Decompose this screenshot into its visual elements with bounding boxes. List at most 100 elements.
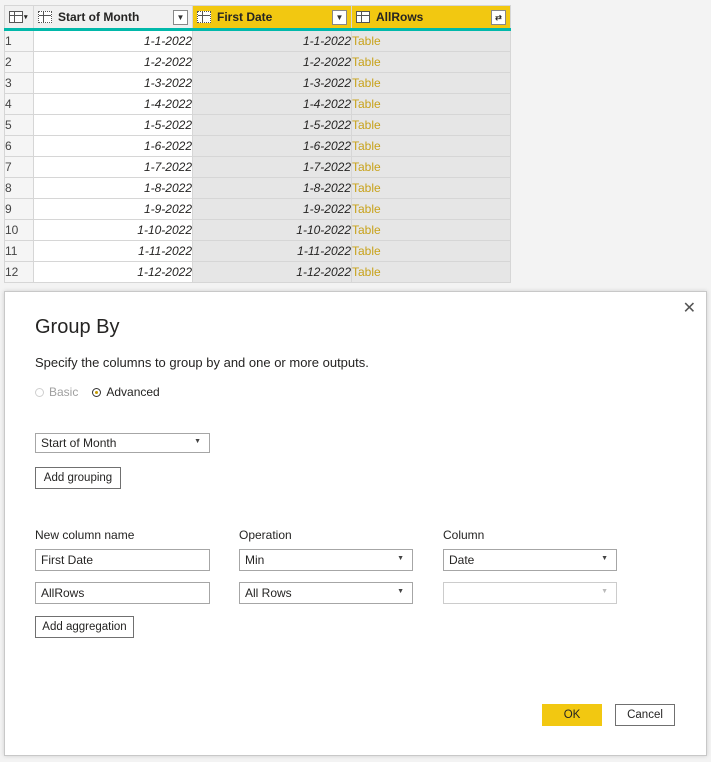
row-number: 8: [4, 177, 34, 199]
filter-dropdown-icon[interactable]: ▼: [173, 9, 188, 25]
row-number: 1: [4, 29, 34, 52]
cell-allrows-table-link[interactable]: Table: [351, 219, 511, 241]
cancel-button[interactable]: Cancel: [615, 704, 675, 726]
radio-basic-label: Basic: [49, 385, 79, 399]
chevron-down-icon: ▼: [601, 555, 608, 562]
new-column-name-input-1[interactable]: First Date: [35, 549, 210, 571]
filter-dropdown-icon[interactable]: ▼: [332, 9, 347, 25]
row-number: 4: [4, 93, 34, 115]
table-row[interactable]: 5 1-5-2022 1-5-2022 Table: [4, 114, 511, 136]
column-header-label: AllRows: [376, 10, 424, 24]
table-icon: [356, 11, 370, 23]
column-header-first-date[interactable]: First Date ▼: [192, 5, 352, 31]
cell-first-date: 1-9-2022: [192, 198, 352, 220]
cell-first-date: 1-11-2022: [192, 240, 352, 262]
radio-advanced-circle[interactable]: [92, 387, 102, 397]
row-number: 3: [4, 72, 34, 94]
column-select-2[interactable]: ▼: [443, 582, 617, 604]
cell-allrows-table-link[interactable]: Table: [351, 72, 511, 94]
ok-button[interactable]: OK: [542, 704, 602, 726]
cell-start-of-month: 1-8-2022: [33, 177, 193, 199]
table-row[interactable]: 2 1-2-2022 1-2-2022 Table: [4, 51, 511, 73]
row-number: 5: [4, 114, 34, 136]
calendar-grid-icon: [197, 11, 211, 23]
cell-start-of-month: 1-3-2022: [33, 72, 193, 94]
chevron-down-icon: ▼: [194, 438, 201, 445]
grouping-column-value: Start of Month: [41, 436, 117, 450]
table-row[interactable]: 7 1-7-2022 1-7-2022 Table: [4, 156, 511, 178]
column-value-1: Date: [449, 553, 475, 567]
row-number: 7: [4, 156, 34, 178]
cell-start-of-month: 1-7-2022: [33, 156, 193, 178]
data-grid: ▾ Start of Month ▼ First Date ▼ AllRows …: [4, 5, 511, 283]
column-header-label: Start of Month: [58, 10, 140, 24]
chevron-down-icon: ▼: [397, 555, 404, 562]
cell-first-date: 1-10-2022: [192, 219, 352, 241]
column-header-allrows[interactable]: AllRows ⇄: [351, 5, 511, 31]
radio-basic-circle[interactable]: [35, 387, 44, 397]
cell-first-date: 1-3-2022: [192, 72, 352, 94]
table-row[interactable]: 10 1-10-2022 1-10-2022 Table: [4, 219, 511, 241]
operation-header: Operation: [239, 528, 292, 542]
table-row[interactable]: 6 1-6-2022 1-6-2022 Table: [4, 135, 511, 157]
cell-first-date: 1-1-2022: [192, 29, 352, 52]
table-row[interactable]: 1 1-1-2022 1-1-2022 Table: [4, 29, 511, 52]
table-row[interactable]: 3 1-3-2022 1-3-2022 Table: [4, 72, 511, 94]
radio-advanced-label: Advanced: [106, 385, 160, 399]
table-menu-corner[interactable]: ▾: [4, 5, 34, 31]
row-number: 6: [4, 135, 34, 157]
cell-allrows-table-link[interactable]: Table: [351, 156, 511, 178]
column-select-1[interactable]: Date ▼: [443, 549, 617, 571]
new-column-name-header: New column name: [35, 528, 135, 542]
cell-start-of-month: 1-2-2022: [33, 51, 193, 73]
cell-allrows-table-link[interactable]: Table: [351, 177, 511, 199]
table-row[interactable]: 11 1-11-2022 1-11-2022 Table: [4, 240, 511, 262]
add-grouping-button[interactable]: Add grouping: [35, 467, 121, 489]
cell-start-of-month: 1-4-2022: [33, 93, 193, 115]
table-row[interactable]: 12 1-12-2022 1-12-2022 Table: [4, 261, 511, 283]
cell-start-of-month: 1-10-2022: [33, 219, 193, 241]
column-header: Column: [443, 528, 485, 542]
cell-allrows-table-link[interactable]: Table: [351, 240, 511, 262]
cell-allrows-table-link[interactable]: Table: [351, 29, 511, 52]
chevron-down-icon: ▼: [601, 588, 608, 595]
cell-allrows-table-link[interactable]: Table: [351, 93, 511, 115]
row-number: 11: [4, 240, 34, 262]
table-icon: [9, 11, 23, 23]
chevron-down-icon: ▼: [397, 588, 404, 595]
cell-allrows-table-link[interactable]: Table: [351, 198, 511, 220]
cell-start-of-month: 1-11-2022: [33, 240, 193, 262]
cell-first-date: 1-4-2022: [192, 93, 352, 115]
table-row[interactable]: 9 1-9-2022 1-9-2022 Table: [4, 198, 511, 220]
new-column-name-input-2[interactable]: AllRows: [35, 582, 210, 604]
close-icon[interactable]: ✕: [683, 298, 696, 318]
cell-start-of-month: 1-9-2022: [33, 198, 193, 220]
cell-first-date: 1-12-2022: [192, 261, 352, 283]
cell-allrows-table-link[interactable]: Table: [351, 135, 511, 157]
operation-select-1[interactable]: Min ▼: [239, 549, 413, 571]
operation-select-2[interactable]: All Rows ▼: [239, 582, 413, 604]
cell-start-of-month: 1-5-2022: [33, 114, 193, 136]
operation-value-1: Min: [245, 553, 265, 567]
dialog-description: Specify the columns to group by and one …: [35, 355, 369, 370]
cell-allrows-table-link[interactable]: Table: [351, 114, 511, 136]
grid-body: 1 1-1-2022 1-1-2022 Table 2 1-2-2022 1-2-2022 T…: [4, 29, 511, 283]
calendar-grid-icon: [38, 11, 52, 23]
expand-columns-icon[interactable]: ⇄: [491, 9, 506, 25]
grouping-column-select[interactable]: Start of Month ▼: [35, 433, 210, 453]
cell-allrows-table-link[interactable]: Table: [351, 261, 511, 283]
column-header-label: First Date: [217, 10, 273, 24]
column-header-start-of-month[interactable]: Start of Month ▼: [33, 5, 193, 31]
add-aggregation-button[interactable]: Add aggregation: [35, 616, 134, 638]
table-row[interactable]: 8 1-8-2022 1-8-2022 Table: [4, 177, 511, 199]
cell-first-date: 1-2-2022: [192, 51, 352, 73]
radio-advanced[interactable]: Advanced: [92, 385, 160, 399]
dialog-title: Group By: [35, 316, 120, 338]
query-grid-area: ▾ Start of Month ▼ First Date ▼ AllRows …: [0, 0, 711, 290]
chevron-down-icon: ▾: [24, 14, 28, 21]
table-row[interactable]: 4 1-4-2022 1-4-2022 Table: [4, 93, 511, 115]
cell-first-date: 1-5-2022: [192, 114, 352, 136]
radio-basic[interactable]: Basic: [35, 385, 78, 399]
cell-start-of-month: 1-1-2022: [33, 29, 193, 52]
cell-allrows-table-link[interactable]: Table: [351, 51, 511, 73]
